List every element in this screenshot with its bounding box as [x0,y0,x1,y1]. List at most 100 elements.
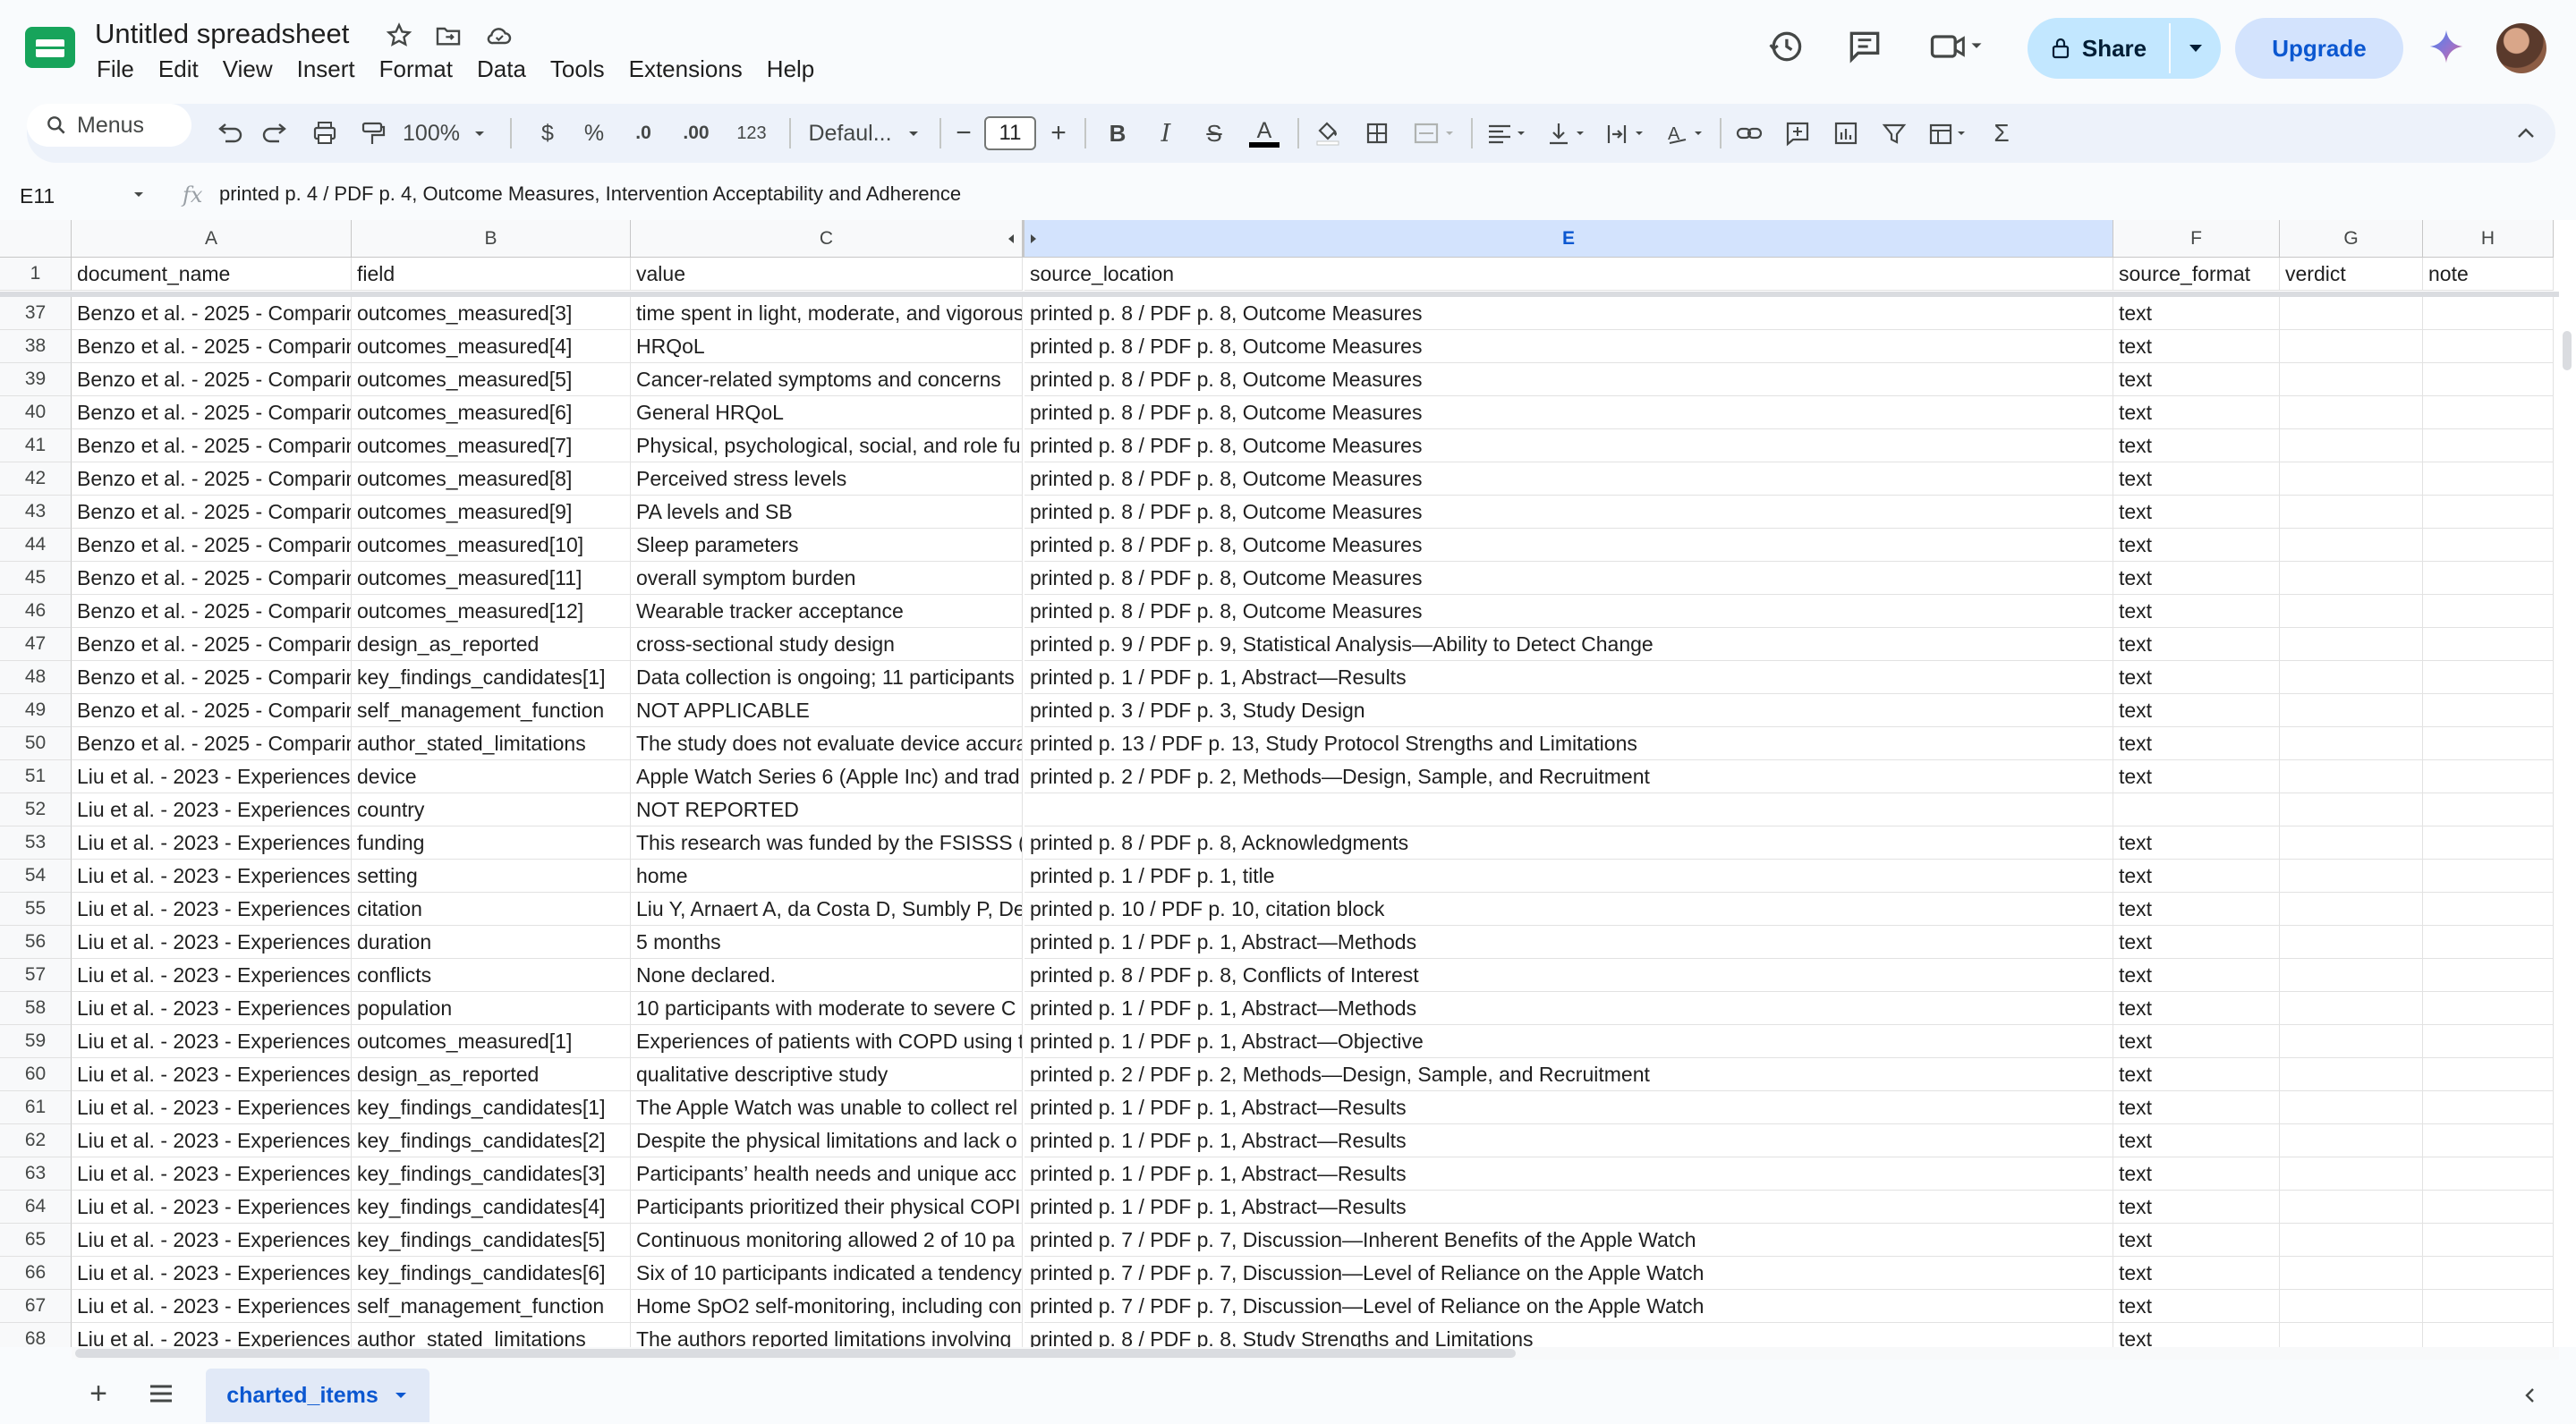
move-folder-icon[interactable] [434,21,463,50]
data-value-cell[interactable]: cross-sectional study design [631,628,1023,661]
data-note-cell[interactable] [2423,429,2554,462]
data-value-cell[interactable]: None declared. [631,959,1023,992]
font-size-increase-icon[interactable]: + [1043,104,1074,163]
column-header-a[interactable]: A [72,220,352,258]
row-number[interactable]: 59 [0,1025,72,1058]
data-source-location-cell[interactable]: printed p. 8 / PDF p. 8, Outcome Measure… [1024,529,2113,562]
data-document-name-cell[interactable]: Liu et al. - 2023 - Experiences [72,1323,352,1347]
data-note-cell[interactable] [2423,760,2554,793]
row-number[interactable]: 48 [0,661,72,694]
data-field-cell[interactable]: self_management_function [352,1290,631,1323]
data-note-cell[interactable] [2423,330,2554,363]
row-number[interactable]: 65 [0,1224,72,1257]
data-field-cell[interactable]: author_stated_limitations [352,727,631,760]
row-number[interactable]: 41 [0,429,72,462]
data-document-name-cell[interactable]: Benzo et al. - 2025 - Comparing [72,694,352,727]
data-source-format-cell[interactable]: text [2113,1157,2280,1191]
data-document-name-cell[interactable]: Liu et al. - 2023 - Experiences [72,1025,352,1058]
data-source-format-cell[interactable]: text [2113,496,2280,529]
data-field-cell[interactable]: outcomes_measured[9] [352,496,631,529]
menu-edit[interactable]: Edit [158,55,210,88]
data-note-cell[interactable] [2423,893,2554,926]
percent-format-button[interactable]: % [574,104,614,163]
name-box-chevron-icon[interactable] [131,186,147,202]
data-document-name-cell[interactable]: Benzo et al. - 2025 - Comparing [72,628,352,661]
row-number[interactable]: 44 [0,529,72,562]
data-verdict-cell[interactable] [2280,926,2423,959]
data-field-cell[interactable]: key_findings_candidates[3] [352,1157,631,1191]
data-value-cell[interactable]: Liu Y, Arnaert A, da Costa D, Sumbly P, … [631,893,1023,926]
cloud-saved-icon[interactable] [485,21,514,50]
data-value-cell[interactable]: Physical, psychological, social, and rol… [631,429,1023,462]
hidden-column-left-arrow-icon[interactable] [1006,233,1016,245]
star-icon[interactable] [385,21,413,50]
row-number[interactable]: 39 [0,363,72,396]
data-document-name-cell[interactable]: Liu et al. - 2023 - Experiences [72,959,352,992]
data-verdict-cell[interactable] [2280,1224,2423,1257]
data-verdict-cell[interactable] [2280,562,2423,595]
header-field-cell[interactable]: field [352,258,631,291]
data-document-name-cell[interactable]: Liu et al. - 2023 - Experiences [72,760,352,793]
menu-file[interactable]: File [97,55,146,88]
data-value-cell[interactable]: home [631,860,1023,893]
header-value-cell[interactable]: value [631,258,1023,291]
data-value-cell[interactable]: The Apple Watch was unable to collect re… [631,1091,1023,1124]
print-icon[interactable] [302,104,347,163]
data-source-location-cell[interactable]: printed p. 8 / PDF p. 8, Outcome Measure… [1024,595,2113,628]
share-dropdown-chevron-icon[interactable] [2171,18,2221,79]
data-field-cell[interactable]: duration [352,926,631,959]
row-number[interactable]: 60 [0,1058,72,1091]
data-note-cell[interactable] [2423,661,2554,694]
data-document-name-cell[interactable]: Benzo et al. - 2025 - Comparing [72,595,352,628]
data-source-format-cell[interactable]: text [2113,429,2280,462]
add-sheet-icon[interactable]: + [81,1376,116,1411]
row-number[interactable]: 50 [0,727,72,760]
header-source-location-cell[interactable]: source_location [1024,258,2113,291]
data-source-location-cell[interactable]: printed p. 13 / PDF p. 13, Study Protoco… [1024,727,2113,760]
sheets-logo-icon[interactable] [25,27,75,68]
data-note-cell[interactable] [2423,860,2554,893]
data-source-format-cell[interactable]: text [2113,661,2280,694]
header-document-name-cell[interactable]: document_name [72,258,352,291]
row-number[interactable]: 62 [0,1124,72,1157]
data-source-format-cell[interactable]: text [2113,1058,2280,1091]
data-verdict-cell[interactable] [2280,363,2423,396]
data-verdict-cell[interactable] [2280,959,2423,992]
data-note-cell[interactable] [2423,1025,2554,1058]
data-verdict-cell[interactable] [2280,661,2423,694]
data-source-location-cell[interactable]: printed p. 1 / PDF p. 1, title [1024,860,2113,893]
all-sheets-menu-icon[interactable] [143,1376,179,1411]
data-note-cell[interactable] [2423,628,2554,661]
row-number[interactable]: 68 [0,1323,72,1347]
data-source-format-cell[interactable]: text [2113,727,2280,760]
data-note-cell[interactable] [2423,992,2554,1025]
data-document-name-cell[interactable]: Benzo et al. - 2025 - Comparing [72,330,352,363]
select-all-corner[interactable] [0,220,72,258]
data-verdict-cell[interactable] [2280,826,2423,860]
data-field-cell[interactable]: citation [352,893,631,926]
menu-data[interactable]: Data [477,55,538,88]
font-size-decrease-icon[interactable]: − [948,104,979,163]
data-verdict-cell[interactable] [2280,860,2423,893]
data-source-format-cell[interactable] [2113,793,2280,826]
italic-icon[interactable]: I [1145,104,1186,163]
data-source-format-cell[interactable]: text [2113,1323,2280,1347]
data-source-location-cell[interactable]: printed p. 7 / PDF p. 7, Discussion—Leve… [1024,1290,2113,1323]
fill-color-icon[interactable] [1305,104,1349,163]
data-verdict-cell[interactable] [2280,727,2423,760]
menu-extensions[interactable]: Extensions [629,55,754,88]
row-number[interactable]: 47 [0,628,72,661]
data-source-format-cell[interactable]: text [2113,926,2280,959]
data-note-cell[interactable] [2423,462,2554,496]
data-source-location-cell[interactable]: printed p. 1 / PDF p. 1, Abstract—Result… [1024,1124,2113,1157]
data-document-name-cell[interactable]: Liu et al. - 2023 - Experiences [72,1058,352,1091]
data-field-cell[interactable]: outcomes_measured[5] [352,363,631,396]
data-verdict-cell[interactable] [2280,1290,2423,1323]
data-source-format-cell[interactable]: text [2113,1025,2280,1058]
data-value-cell[interactable]: General HRQoL [631,396,1023,429]
data-verdict-cell[interactable] [2280,1323,2423,1347]
data-field-cell[interactable]: key_findings_candidates[4] [352,1191,631,1224]
meet-video-icon[interactable] [1926,27,1988,66]
insert-comment-icon[interactable] [1775,104,1820,163]
data-verdict-cell[interactable] [2280,628,2423,661]
